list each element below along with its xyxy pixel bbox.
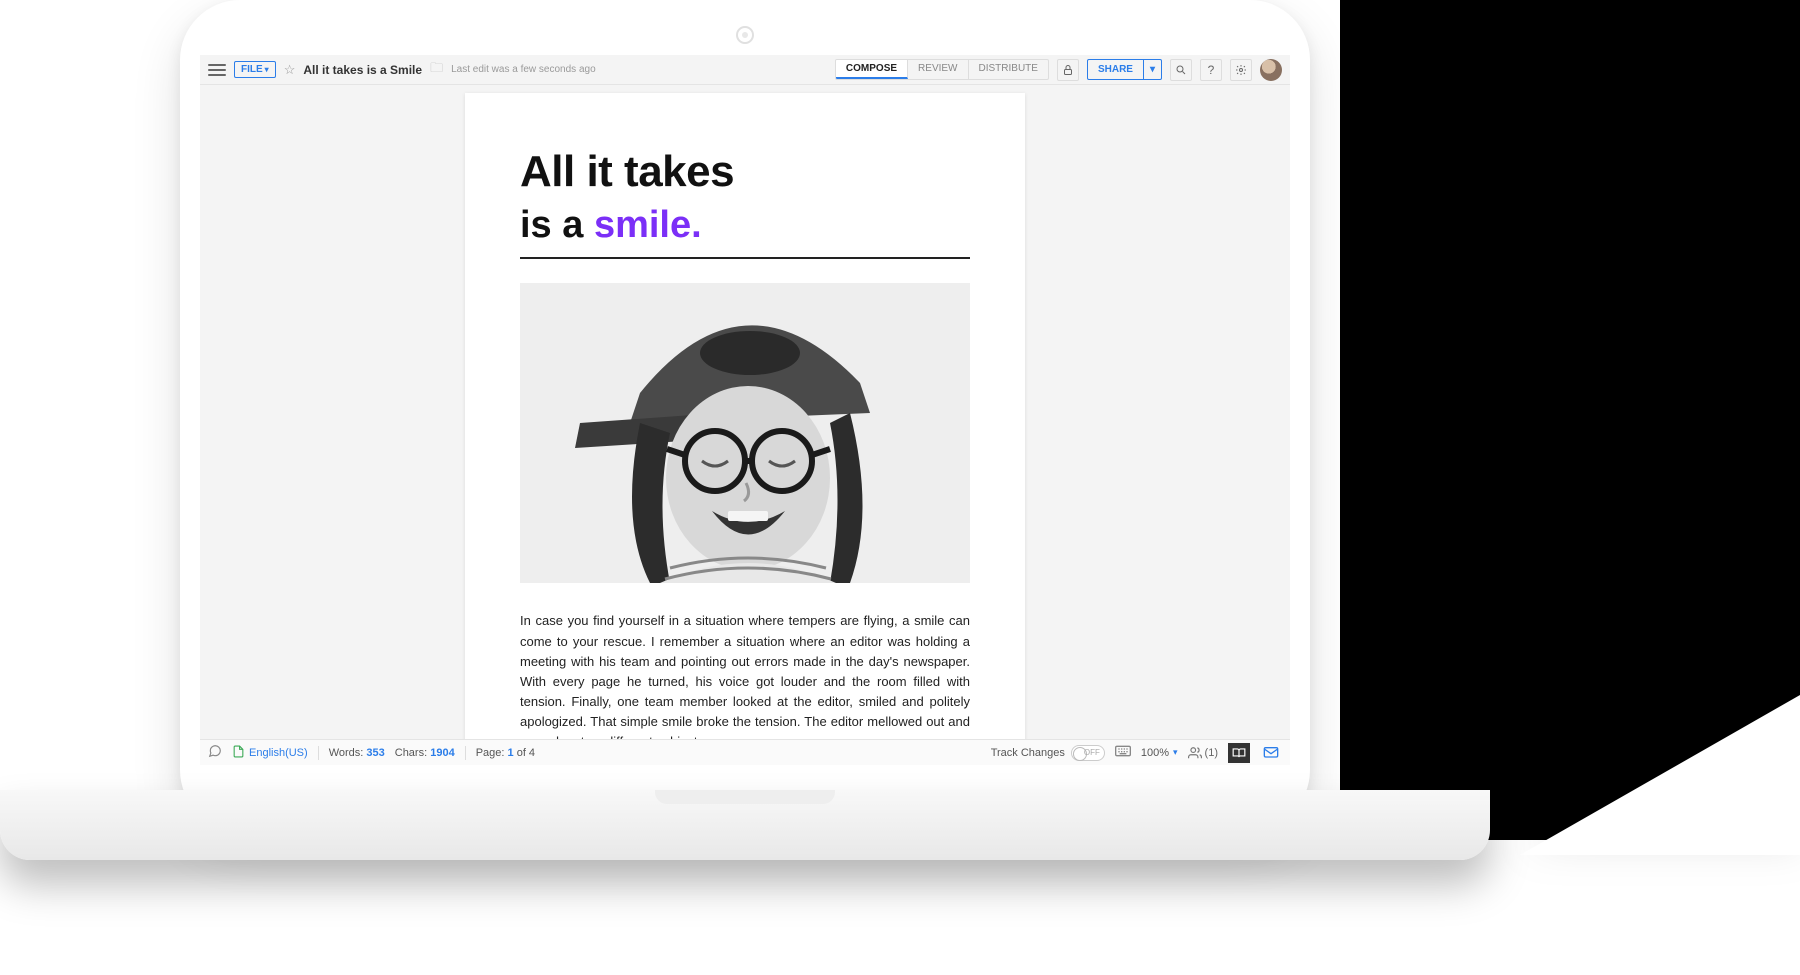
keyboard-icon[interactable] xyxy=(1115,745,1131,760)
toggle-state: OFF xyxy=(1084,748,1100,757)
reading-view-icon[interactable] xyxy=(1228,743,1250,763)
document-body: In case you find yourself in a situation… xyxy=(520,611,970,739)
page-indicator[interactable]: Page: 1 of 4 xyxy=(476,747,535,759)
comment-icon[interactable] xyxy=(208,744,222,761)
help-icon[interactable]: ? xyxy=(1200,59,1222,81)
top-toolbar: FILE ☆ All it takes is a Smile 🗀 Last ed… xyxy=(200,55,1290,85)
star-icon[interactable]: ☆ xyxy=(284,62,296,78)
app-window: FILE ☆ All it takes is a Smile 🗀 Last ed… xyxy=(200,55,1290,765)
zoom-value: 100% xyxy=(1141,747,1169,759)
tab-review[interactable]: REVIEW xyxy=(908,60,968,79)
mode-tabs: COMPOSE REVIEW DISTRIBUTE xyxy=(835,59,1049,80)
heading-line2: is a smile. xyxy=(520,204,970,247)
char-count[interactable]: Chars: 1904 xyxy=(395,747,455,759)
language-label: English(US) xyxy=(249,747,308,759)
share-button[interactable]: SHARE ▾ xyxy=(1087,59,1162,80)
share-label: SHARE xyxy=(1088,60,1143,79)
tab-compose[interactable]: COMPOSE xyxy=(836,60,908,79)
language-selector[interactable]: English(US) xyxy=(232,745,308,761)
search-icon[interactable] xyxy=(1170,59,1192,81)
heading-accent: smile. xyxy=(594,204,702,246)
document-image xyxy=(520,283,970,583)
track-changes: Track Changes OFF xyxy=(991,745,1105,761)
zoom-control[interactable]: 100% ▾ xyxy=(1141,747,1178,759)
track-changes-label: Track Changes xyxy=(991,747,1065,759)
file-button-label: FILE xyxy=(241,64,263,75)
camera-icon xyxy=(736,26,754,44)
status-bar: English(US) Words: 353 Chars: 1904 Page:… xyxy=(200,739,1290,765)
document-page: All it takes is a smile. xyxy=(465,93,1025,739)
share-dropdown-icon[interactable]: ▾ xyxy=(1143,60,1161,79)
word-count[interactable]: Words: 353 xyxy=(329,747,385,759)
feedback-icon[interactable] xyxy=(1260,743,1282,763)
heading-plain: is a xyxy=(520,204,594,246)
menu-icon[interactable] xyxy=(208,64,226,76)
lock-icon[interactable] xyxy=(1057,59,1079,81)
tab-distribute[interactable]: DISTRIBUTE xyxy=(969,60,1048,79)
user-avatar[interactable] xyxy=(1260,59,1282,81)
zoom-dropdown-icon: ▾ xyxy=(1173,747,1178,758)
settings-icon[interactable] xyxy=(1230,59,1252,81)
collab-count: (1) xyxy=(1205,747,1218,759)
heading-line1: All it takes xyxy=(520,148,970,196)
document-canvas[interactable]: All it takes is a smile. xyxy=(200,85,1290,739)
track-changes-toggle[interactable]: OFF xyxy=(1071,745,1105,761)
file-button[interactable]: FILE xyxy=(234,61,276,78)
collaborators[interactable]: (1) xyxy=(1188,746,1218,760)
last-edit-text: Last edit was a few seconds ago xyxy=(451,64,596,75)
document-title[interactable]: All it takes is a Smile xyxy=(303,63,422,77)
heading-rule xyxy=(520,257,970,259)
folder-icon[interactable]: 🗀 xyxy=(430,59,443,81)
language-icon xyxy=(232,745,245,761)
